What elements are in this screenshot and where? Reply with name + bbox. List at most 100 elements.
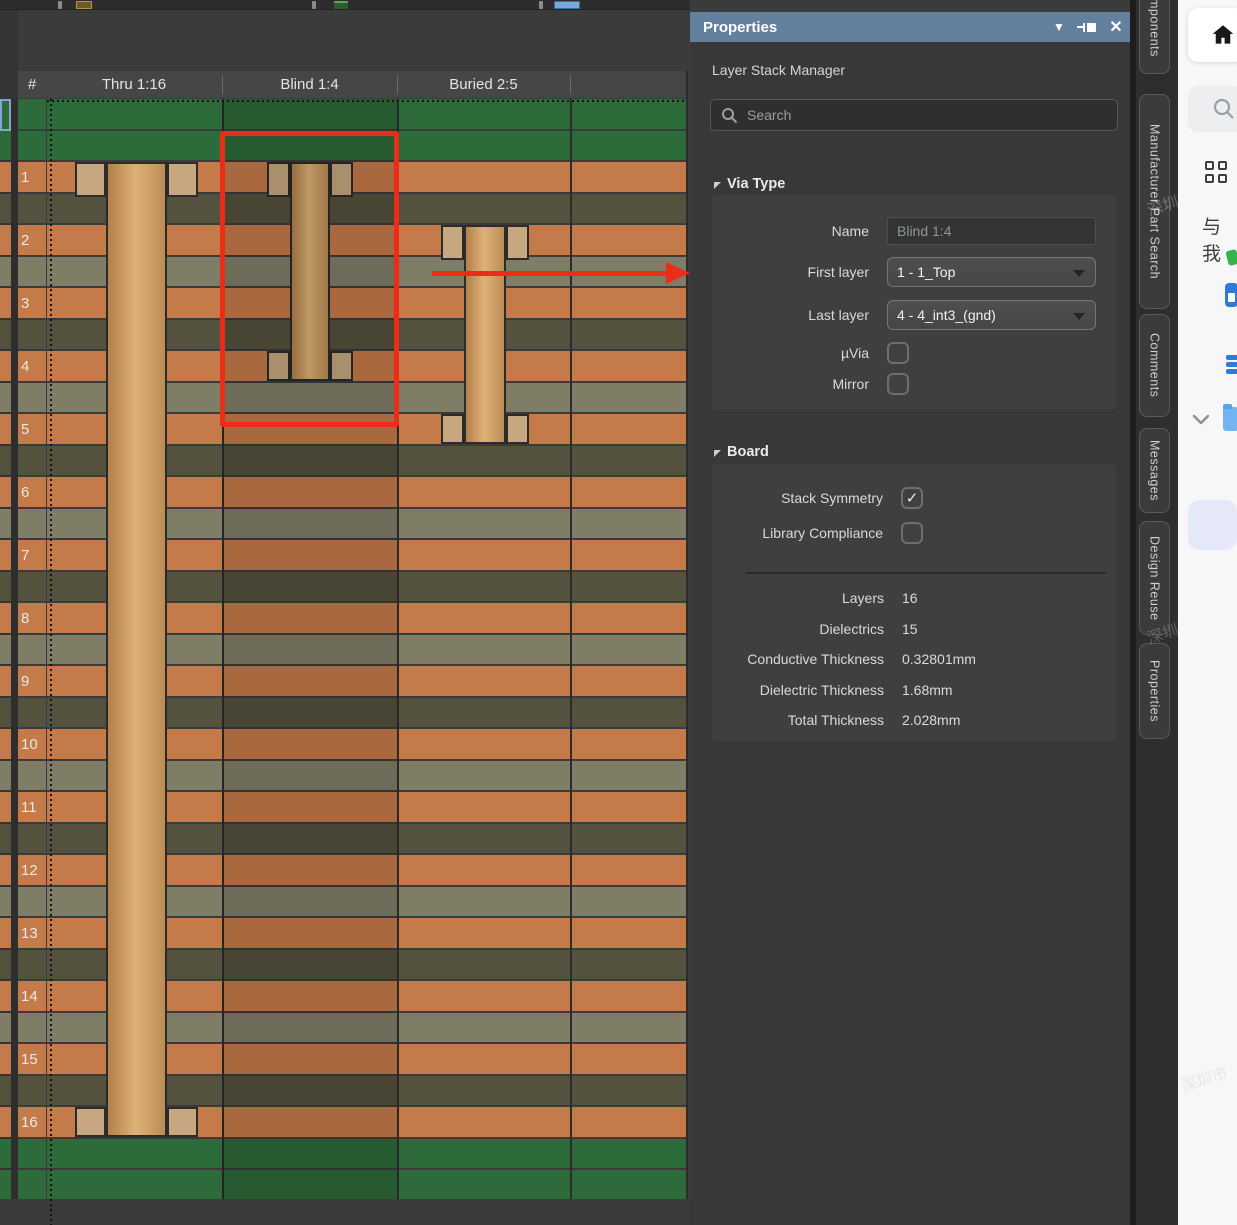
stack-row[interactable]: [0, 194, 11, 223]
layer-row-15[interactable]: [0, 1044, 11, 1074]
panel-pin-icon[interactable]: [1076, 12, 1102, 42]
panel-close-icon[interactable]: ✕: [1104, 12, 1128, 42]
via-pad-Thru-1-16[interactable]: [75, 162, 106, 197]
stack-row[interactable]: [0, 887, 11, 916]
home-button[interactable]: [1188, 8, 1237, 62]
layer-row-6[interactable]: [0, 477, 11, 507]
stack-row[interactable]: [18, 950, 46, 979]
via-pad-Buried-2-5[interactable]: [506, 225, 529, 260]
stack-row[interactable]: [0, 950, 11, 979]
column-header-empty[interactable]: [570, 71, 686, 98]
layer-row-9[interactable]: [0, 666, 11, 696]
uvia-checkbox[interactable]: [887, 342, 909, 364]
layer-row-4[interactable]: 4: [18, 351, 46, 381]
via-barrel-Thru-1-16[interactable]: [106, 162, 167, 1137]
stack-row[interactable]: [0, 572, 11, 601]
app-icon-blue-list[interactable]: [1226, 355, 1237, 376]
mirror-checkbox[interactable]: [887, 373, 909, 395]
layer-row-1[interactable]: [0, 162, 11, 192]
layer-row-12[interactable]: [0, 855, 11, 885]
layer-row-11[interactable]: 11: [18, 792, 46, 822]
stack-row[interactable]: [18, 1013, 46, 1042]
sidebar-tab-components[interactable]: Components: [1139, 0, 1170, 74]
library-compliance-checkbox[interactable]: [901, 522, 923, 544]
layer-row-3[interactable]: [0, 288, 11, 318]
layer-row-12[interactable]: 12: [18, 855, 46, 885]
stack-row[interactable]: [0, 698, 11, 727]
column-header-#[interactable]: #: [18, 71, 46, 98]
layer-row-8[interactable]: 8: [18, 603, 46, 633]
layer-row-5[interactable]: 5: [18, 414, 46, 444]
stack-row[interactable]: [18, 635, 46, 664]
stack-row[interactable]: [18, 1170, 46, 1199]
stack-row[interactable]: [0, 635, 11, 664]
layer-row-11[interactable]: [0, 792, 11, 822]
app-search-bar[interactable]: [1188, 86, 1237, 132]
stack-row[interactable]: [18, 509, 46, 538]
layer-row-3[interactable]: 3: [18, 288, 46, 318]
stack-row[interactable]: [0, 320, 11, 349]
stack-row[interactable]: [0, 1013, 11, 1042]
layer-row-6[interactable]: 6: [18, 477, 46, 507]
stack-symmetry-checkbox[interactable]: ✓: [901, 487, 923, 509]
stack-row[interactable]: [0, 383, 11, 412]
stack-row[interactable]: [18, 824, 46, 853]
via-pad-Buried-2-5[interactable]: [441, 225, 464, 260]
folder-icon[interactable]: [1223, 407, 1237, 431]
layer-row-5[interactable]: [0, 414, 11, 444]
layer-row-14[interactable]: 14: [18, 981, 46, 1011]
stack-row[interactable]: [0, 824, 11, 853]
stack-row[interactable]: [18, 1076, 46, 1105]
layer-row-16[interactable]: 16: [18, 1107, 46, 1137]
search-input[interactable]: Search: [710, 99, 1118, 131]
sidebar-tab-design-reuse[interactable]: Design Reuse: [1139, 521, 1170, 635]
layer-row-8[interactable]: [0, 603, 11, 633]
name-field[interactable]: Blind 1:4: [887, 217, 1096, 245]
first-layer-dropdown[interactable]: 1 - 1_Top: [887, 257, 1096, 287]
stack-row[interactable]: [18, 257, 46, 286]
layer-row-7[interactable]: [0, 540, 11, 570]
column-header-Thru 1:16[interactable]: Thru 1:16: [46, 71, 222, 98]
layer-row-4[interactable]: [0, 351, 11, 381]
stack-row[interactable]: [0, 509, 11, 538]
highlighted-list-item[interactable]: [1188, 500, 1237, 550]
layer-row-2[interactable]: [0, 225, 11, 255]
stack-row[interactable]: [18, 320, 46, 349]
via-pad-Buried-2-5[interactable]: [441, 414, 464, 444]
layer-row-14[interactable]: [0, 981, 11, 1011]
layer-row-16[interactable]: [0, 1107, 11, 1137]
stack-row[interactable]: [18, 761, 46, 790]
layer-row-2[interactable]: 2: [18, 225, 46, 255]
stack-row[interactable]: [0, 257, 11, 286]
layer-row-10[interactable]: 10: [18, 729, 46, 759]
properties-panel-header[interactable]: Properties ▼ ✕: [690, 12, 1130, 42]
chevron-down-icon[interactable]: [1191, 412, 1211, 426]
layer-row-15[interactable]: 15: [18, 1044, 46, 1074]
stack-row[interactable]: [18, 99, 46, 129]
via-pad-Thru-1-16[interactable]: [167, 162, 198, 197]
column-header-Buried 2:5[interactable]: Buried 2:5: [397, 71, 570, 98]
stack-row[interactable]: [18, 131, 46, 160]
panel-dropdown-icon[interactable]: ▼: [1048, 12, 1070, 42]
stack-row[interactable]: [18, 194, 46, 223]
layer-row-13[interactable]: 13: [18, 918, 46, 948]
stack-row[interactable]: [0, 131, 11, 160]
sidebar-tab-messages[interactable]: Messages: [1139, 428, 1170, 513]
stack-row[interactable]: [0, 1076, 11, 1105]
sidebar-tab-comments[interactable]: Comments: [1139, 314, 1170, 417]
via-pad-Buried-2-5[interactable]: [506, 414, 529, 444]
column-header-Blind 1:4[interactable]: Blind 1:4: [222, 71, 397, 98]
last-layer-dropdown[interactable]: 4 - 4_int3_(gnd): [887, 300, 1096, 330]
sidebar-tab-manufacturer-part-search[interactable]: Manufacturer Part Search: [1139, 94, 1170, 309]
via-pad-Thru-1-16[interactable]: [75, 1107, 106, 1137]
stack-row[interactable]: [18, 572, 46, 601]
via-barrel-Buried-2-5[interactable]: [464, 225, 506, 444]
layer-row-9[interactable]: 9: [18, 666, 46, 696]
section-header-board[interactable]: Board: [714, 444, 769, 460]
layer-row-1[interactable]: 1: [18, 162, 46, 192]
apps-grid-icon[interactable]: [1205, 161, 1228, 184]
section-header-via-type[interactable]: Via Type: [714, 176, 785, 192]
stack-row[interactable]: [0, 1139, 11, 1168]
sidebar-tab-properties[interactable]: Properties: [1139, 643, 1170, 739]
stack-row[interactable]: [0, 446, 11, 475]
